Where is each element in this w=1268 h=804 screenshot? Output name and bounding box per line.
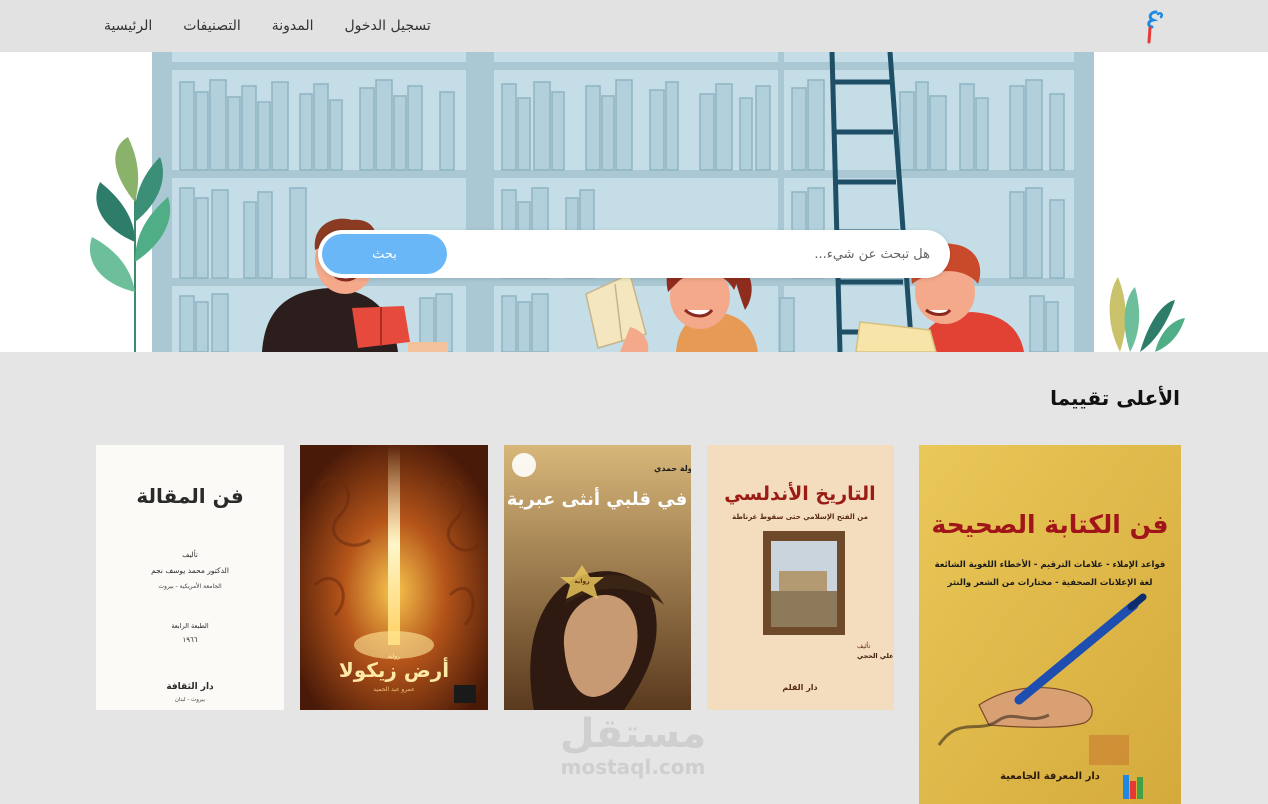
search-input[interactable] [460, 230, 930, 278]
nav-home-link[interactable]: الرئيسية [104, 18, 152, 34]
book-cover-fi-qalbi: د. خولة حمدي في قلبي أنثى عبرية رواية [504, 445, 691, 710]
book2-title: التاريخ الأندلسي [724, 482, 875, 505]
book1-subtitle-line1: قواعد الإملاء - علامات الترقيم - الأخطاء… [935, 559, 1166, 570]
book-cover-ard-zikola: رواية أرض زيكولا عمرو عبد الحميد [300, 445, 488, 710]
site-logo[interactable] [1140, 6, 1168, 44]
book-card-tarikh-andalusi[interactable]: التاريخ الأندلسي من الفتح الإسلامي حتى س… [707, 445, 894, 710]
book2-publisher: دار القلم [782, 683, 817, 692]
book5-edition: الطبعة الرابعة [171, 622, 209, 630]
book1-title: فن الكتابة الصحيحة [932, 510, 1169, 540]
top-navbar: الرئيسية التصنيفات المدونة تسجيل الدخول [0, 0, 1268, 52]
search-bar: بحث [318, 230, 950, 278]
book4-title: أرض زيكولا [339, 656, 449, 682]
book5-author: الدكتور محمد يوسف نجم [151, 566, 229, 575]
book1-publisher: دار المعرفة الجامعية [1000, 771, 1100, 782]
search-button[interactable]: بحث [322, 234, 447, 274]
book2-author: د. عبد الرحمن علي الحجي [857, 652, 894, 660]
section-title-top-rated: الأعلى تقييما [1050, 386, 1180, 410]
library-illustration [89, 52, 1185, 352]
book5-author-label: تأليف [182, 549, 198, 559]
book5-publisher: دار الثقافة [166, 682, 214, 692]
book5-publisher-city: بيروت - لبنان [175, 697, 206, 703]
book3-title: في قلبي أنثى عبرية [507, 487, 688, 510]
book-card-fan-alkitaba[interactable]: فن الكتابة الصحيحة قواعد الإملاء - علاما… [919, 445, 1181, 804]
nav-links: الرئيسية التصنيفات المدونة تسجيل الدخول [104, 0, 431, 52]
book-cover-fan-almaqala: فن المقالة تأليف الدكتور محمد يوسف نجم ا… [96, 445, 284, 710]
book5-affiliation: الجامعة الأمريكية - بيروت [158, 582, 222, 590]
book2-subtitle: من الفتح الإسلامي حتى سقوط غرناطة [732, 513, 868, 521]
book-card-fi-qalbi[interactable]: د. خولة حمدي في قلبي أنثى عبرية رواية [504, 445, 691, 710]
book-card-fan-almaqala[interactable]: فن المقالة تأليف الدكتور محمد يوسف نجم ا… [96, 445, 284, 710]
book3-badge: رواية [574, 578, 590, 585]
book5-title: فن المقالة [136, 484, 243, 508]
book-cover-tarikh-andalusi: التاريخ الأندلسي من الفتح الإسلامي حتى س… [707, 445, 894, 710]
book-card-ard-zikola[interactable]: رواية أرض زيكولا عمرو عبد الحميد [300, 445, 488, 710]
nav-blog-link[interactable]: المدونة [272, 18, 314, 34]
book2-author-label: تأليف [857, 641, 871, 650]
book4-author: عمرو عبد الحميد [373, 686, 414, 693]
hero-banner: بحث [0, 52, 1268, 352]
nav-categories-link[interactable]: التصنيفات [183, 18, 241, 34]
mostaql-watermark: مستقل mostaql.com [553, 712, 713, 778]
book5-year: ١٩٦٦ [182, 636, 197, 644]
book-cover-fan-alkitaba: فن الكتابة الصحيحة قواعد الإملاء - علاما… [919, 445, 1181, 804]
book1-subtitle-line2: لغة الإعلانات الصحفية - مختارات من الشعر… [947, 578, 1153, 588]
nav-login-link[interactable]: تسجيل الدخول [345, 18, 431, 34]
book3-author: د. خولة حمدي [654, 464, 691, 473]
watermark-sub-text: mostaql.com [560, 755, 706, 779]
watermark-main-text: مستقل [559, 711, 707, 757]
